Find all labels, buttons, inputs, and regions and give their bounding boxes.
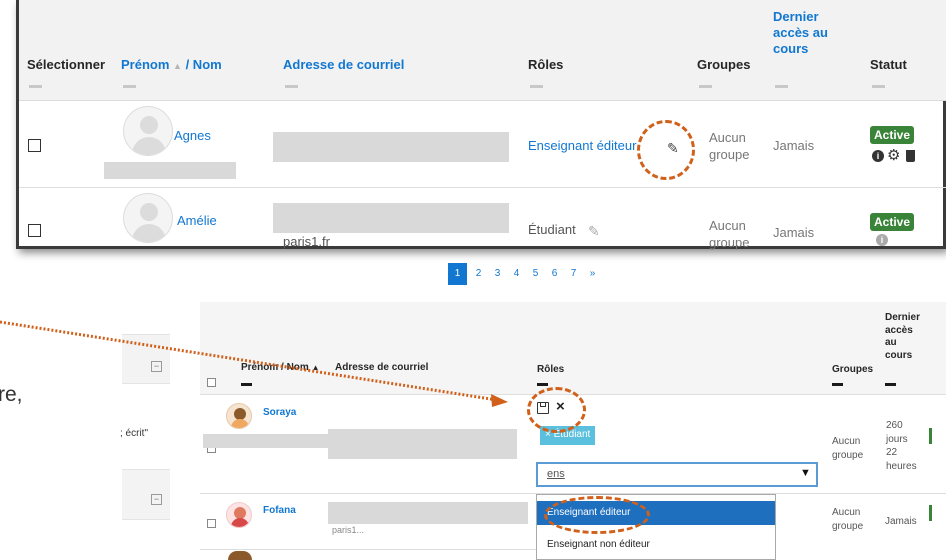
table-row: Fofana paris1...	[200, 495, 536, 550]
left-text-ecrit: ; écrit"	[120, 428, 148, 439]
role-name: Enseignant éditeur	[528, 138, 637, 153]
header-last-access[interactable]: Dernier accès au cours	[885, 312, 920, 362]
avatar	[226, 403, 252, 429]
header-select: Sélectionner	[27, 57, 106, 72]
header-dash	[530, 85, 543, 88]
annotation-circle-option	[544, 496, 650, 534]
header-dash	[29, 85, 42, 88]
left-text-re: re,	[0, 383, 23, 406]
header-groups[interactable]: Groupes	[697, 57, 750, 72]
page-1[interactable]: 1	[448, 263, 467, 285]
collapse-icon[interactable]: −	[151, 494, 162, 505]
header-dash	[872, 85, 885, 88]
header-name[interactable]: Prénom / Nom ▲	[241, 362, 320, 373]
chevron-down-icon[interactable]: ▼	[800, 467, 811, 479]
role-search-input[interactable]: ens ▼	[536, 462, 818, 487]
user-name-link[interactable]: Amélie	[177, 213, 217, 228]
email-domain: paris1.fr	[283, 234, 330, 249]
role-option-non-editeur[interactable]: Enseignant non éditeur	[537, 535, 775, 555]
avatar	[123, 106, 173, 156]
header-roles[interactable]: Rôles	[528, 57, 563, 72]
email-redacted	[328, 429, 517, 459]
header-roles[interactable]: Rôles	[537, 364, 564, 375]
info-icon[interactable]: i	[876, 234, 888, 246]
group-cell: Aucun groupe	[709, 218, 750, 250]
last-access-cell: Jamais	[773, 225, 815, 240]
table-row: Amélie paris1.fr Étudiant ✎ Aucun groupe…	[19, 189, 946, 250]
annotation-circle-save	[527, 387, 586, 433]
next-avatar-partial	[228, 551, 252, 560]
page-3[interactable]: 3	[488, 263, 507, 285]
trash-icon[interactable]	[906, 150, 915, 162]
pagination: 1 2 3 4 5 6 7 »	[448, 263, 668, 285]
left-panel-1	[122, 334, 170, 384]
sort-arrow-icon: ▲	[173, 61, 182, 71]
header-dash	[775, 85, 788, 88]
row-checkbox[interactable]	[28, 224, 41, 237]
fofana-groups: Aucun groupe	[832, 507, 864, 532]
sort-dash	[885, 383, 896, 386]
email-redacted	[273, 203, 509, 233]
page-7[interactable]: 7	[564, 263, 583, 285]
select-all-checkbox[interactable]	[207, 378, 216, 387]
user-name-link[interactable]: Soraya	[263, 407, 296, 418]
role-search-value: ens	[547, 468, 565, 480]
avatar	[226, 502, 252, 528]
group-cell: Aucun groupe	[709, 130, 750, 162]
email-redacted	[328, 502, 528, 524]
header-dash	[123, 85, 136, 88]
table-row: Agnes Enseignant éditeur ✎ Aucun groupe …	[19, 102, 946, 188]
pencil-icon[interactable]: ✎	[588, 223, 600, 240]
status-badge: Active	[870, 213, 915, 231]
header-dash	[285, 85, 298, 88]
page-4[interactable]: 4	[507, 263, 526, 285]
row-checkbox[interactable]	[207, 519, 216, 528]
name-redacted	[104, 162, 236, 179]
page-5[interactable]: 5	[526, 263, 545, 285]
status-badge-partial	[929, 428, 932, 444]
header-firstname[interactable]: Prénom ▲ / Nom	[121, 57, 222, 72]
header-groups[interactable]: Groupes	[832, 364, 873, 375]
annotation-circle-pencil	[637, 120, 695, 180]
row-checkbox[interactable]	[28, 139, 41, 152]
status-badge-partial	[929, 505, 932, 521]
page-6[interactable]: 6	[545, 263, 564, 285]
header-email[interactable]: Adresse de courriel	[335, 362, 428, 373]
last-access-cell: 260 jours 22 heures	[886, 420, 917, 472]
avatar	[123, 193, 173, 243]
sort-dash	[537, 383, 548, 386]
header-status[interactable]: Statut	[870, 57, 907, 72]
name-redacted	[203, 434, 343, 448]
user-name-link[interactable]: Fofana	[263, 505, 296, 516]
header-dash	[699, 85, 712, 88]
page-2[interactable]: 2	[469, 263, 488, 285]
email-domain: paris1...	[332, 525, 365, 535]
header-last-access[interactable]: Dernier accès au cours	[773, 9, 828, 57]
sort-dash	[241, 383, 252, 386]
user-name-link[interactable]: Agnes	[174, 128, 211, 143]
sort-dash	[832, 383, 843, 386]
left-panel-2	[122, 384, 170, 470]
bottom-table-header-bg	[200, 302, 946, 395]
info-icon[interactable]: i	[872, 150, 884, 162]
last-access-cell: Jamais	[773, 138, 815, 153]
header-email[interactable]: Adresse de courriel	[283, 57, 404, 72]
top-table: Sélectionner Prénom ▲ / Nom Adresse de c…	[16, 0, 946, 250]
sort-arrow-icon: ▲	[311, 363, 320, 372]
group-cell: Aucun groupe	[832, 436, 864, 461]
role-name: Étudiant	[528, 222, 576, 237]
page-next[interactable]: »	[583, 263, 602, 285]
gear-icon[interactable]: ⚙	[887, 146, 900, 164]
email-redacted	[273, 132, 509, 162]
left-panel-3	[122, 470, 170, 520]
fofana-last-access: Jamais	[885, 516, 917, 527]
collapse-icon[interactable]: −	[151, 361, 162, 372]
status-badge: Active	[870, 126, 915, 144]
